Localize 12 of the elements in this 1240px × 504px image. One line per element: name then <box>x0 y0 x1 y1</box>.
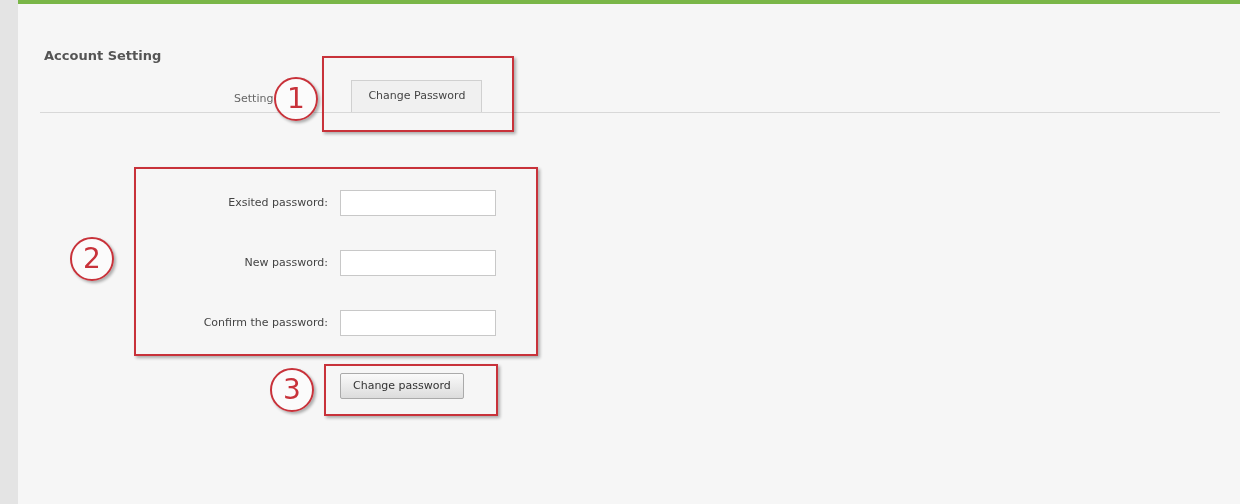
panel-title: Account Setting <box>44 47 162 65</box>
field-label: Exsited password: <box>227 194 328 211</box>
password-field[interactable] <box>340 250 496 276</box>
change-password-button[interactable]: Change password <box>340 373 464 399</box>
field-label: Confirm the password: <box>202 314 328 331</box>
callout-number: 1 <box>274 77 318 121</box>
callout-number: 2 <box>70 237 114 281</box>
tab[interactable]: Change Password <box>351 80 483 112</box>
callout-number: 3 <box>270 368 314 412</box>
password-field[interactable] <box>340 190 496 216</box>
password-field[interactable] <box>340 310 496 336</box>
field-label: New password: <box>243 254 328 271</box>
